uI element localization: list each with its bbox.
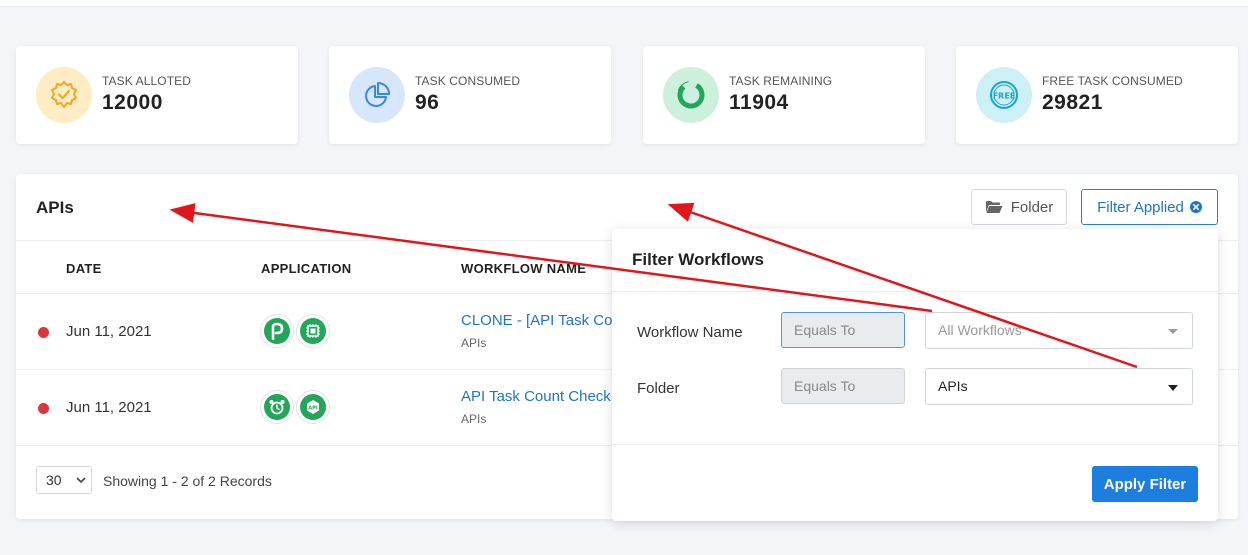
- status-dot: [38, 403, 49, 414]
- row-date: Jun 11, 2021: [66, 323, 152, 340]
- caret-down-icon: [1168, 385, 1178, 391]
- stat-label: TASK CONSUMED: [415, 74, 521, 88]
- workflow-folder: APIs: [461, 412, 487, 426]
- folder-open-icon: [985, 201, 1003, 213]
- free-badge-icon: FREE: [976, 67, 1032, 123]
- column-header-workflow-name[interactable]: WORKFLOW NAME: [461, 261, 586, 276]
- divider: [612, 291, 1218, 292]
- workflow-select-placeholder: All Workflows: [938, 322, 1022, 338]
- workflow-select[interactable]: All Workflows: [925, 312, 1193, 349]
- api-chip-icon[interactable]: [296, 314, 330, 348]
- workflow-name-label: Workflow Name: [637, 324, 743, 341]
- stat-label: TASK ALLOTED: [102, 74, 192, 88]
- panel-title: APIs: [36, 198, 74, 217]
- row-applications: API: [260, 390, 330, 424]
- folder-button[interactable]: Folder: [971, 189, 1067, 225]
- svg-text:FREE: FREE: [993, 92, 1016, 101]
- stat-card-task-remaining: TASK REMAINING 11904: [643, 46, 925, 144]
- stat-value: 29821: [1042, 91, 1103, 114]
- chevron-down-icon: [76, 477, 86, 483]
- workflow-operator-select[interactable]: Equals To: [781, 312, 905, 348]
- folder-select[interactable]: APIs: [925, 368, 1193, 405]
- status-dot: [38, 327, 49, 338]
- stat-card-task-alloted: TASK ALLOTED 12000: [16, 46, 298, 144]
- pabbly-p-icon[interactable]: [260, 314, 294, 348]
- badge-check-icon: [36, 67, 92, 123]
- column-header-application[interactable]: APPLICATION: [261, 261, 351, 276]
- filter-applied-button[interactable]: Filter Applied: [1081, 189, 1218, 225]
- close-circle-icon[interactable]: [1189, 201, 1202, 213]
- divider: [612, 444, 1218, 445]
- filter-applied-label: Filter Applied: [1097, 198, 1184, 216]
- column-header-date[interactable]: DATE: [66, 261, 102, 276]
- alarm-clock-icon[interactable]: [260, 390, 294, 424]
- stat-label: TASK REMAINING: [729, 74, 833, 88]
- row-date: Jun 11, 2021: [66, 399, 152, 416]
- stat-label: FREE TASK CONSUMED: [1042, 74, 1183, 88]
- page-size-select[interactable]: 30: [36, 466, 92, 494]
- filter-workflows-popover: Filter Workflows Workflow Name Equals To…: [612, 229, 1218, 521]
- top-bar: [0, 0, 1248, 6]
- apply-filter-button[interactable]: Apply Filter: [1092, 466, 1198, 502]
- workflow-name-link[interactable]: CLONE - [API Task Cou: [461, 312, 621, 329]
- row-applications: [260, 314, 330, 348]
- folder-button-label: Folder: [1010, 198, 1054, 216]
- workflow-folder: APIs: [461, 336, 487, 350]
- svg-text:API: API: [308, 405, 318, 411]
- page-size-value: 30: [46, 472, 62, 488]
- pie-chart-icon: [349, 67, 405, 123]
- folder-label: Folder: [637, 380, 680, 397]
- donut-chart-icon: [663, 67, 719, 123]
- popover-title: Filter Workflows: [632, 250, 764, 269]
- workflow-name-link[interactable]: API Task Count Check: [461, 388, 611, 405]
- api-badge-icon[interactable]: API: [296, 390, 330, 424]
- stat-card-task-consumed: TASK CONSUMED 96: [329, 46, 611, 144]
- records-count: Showing 1 - 2 of 2 Records: [103, 473, 272, 489]
- folder-select-value: APIs: [938, 378, 968, 394]
- folder-operator-select[interactable]: Equals To: [781, 368, 905, 404]
- stat-value: 11904: [729, 91, 789, 114]
- caret-down-icon: [1168, 329, 1178, 334]
- stat-value: 12000: [102, 91, 163, 114]
- stat-value: 96: [415, 91, 440, 114]
- stat-card-free-task-consumed: FREE FREE TASK CONSUMED 29821: [956, 46, 1238, 144]
